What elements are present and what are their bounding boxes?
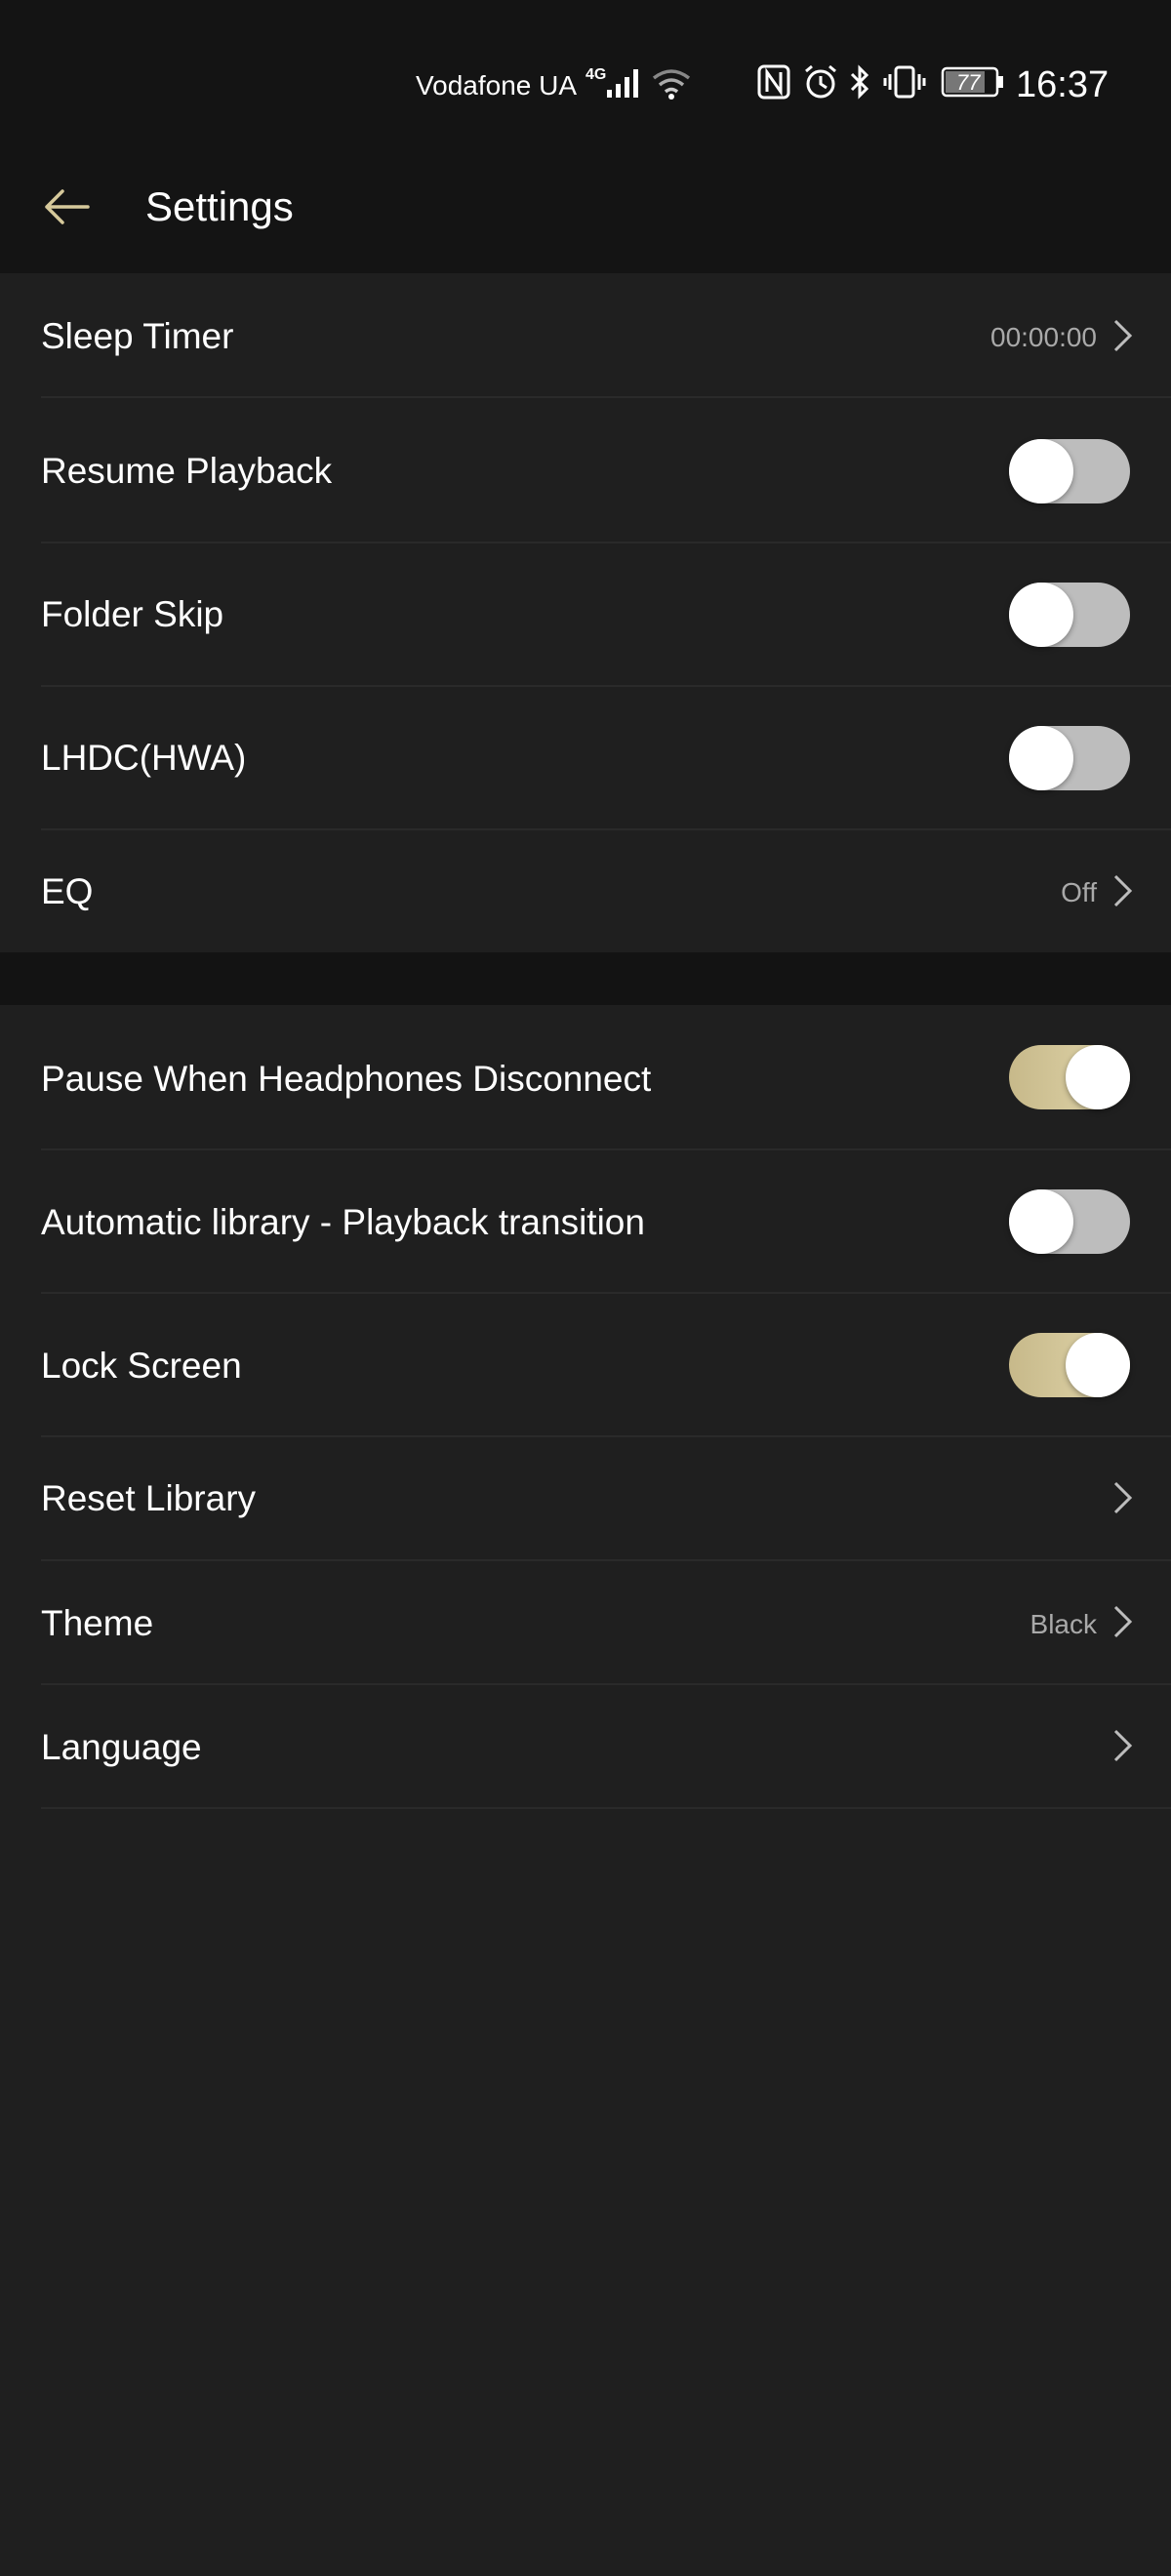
theme-value: Black [1030,1609,1097,1639]
eq-value: Off [1061,877,1097,907]
bluetooth-icon [850,64,869,100]
carrier-name: Vodafone UA [416,70,578,101]
page-title: Settings [145,183,294,229]
auto-library-label: Automatic library - Playback transition [41,1202,645,1242]
clock: 16:37 [1016,64,1110,105]
folder-skip-label: Folder Skip [41,594,224,634]
eq-label: EQ [41,871,94,911]
resume-playback-label: Resume Playback [41,451,333,491]
folder-skip-row[interactable]: Folder Skip [0,543,1171,687]
toggle-knob [1009,439,1073,503]
auto-library-row[interactable]: Automatic library - Playback transition [0,1150,1171,1292]
settings-group-general: Pause When Headphones Disconnect Automat… [0,1005,1171,2576]
language-label: Language [41,1727,202,1767]
toggle-knob [1009,1189,1073,1254]
sleep-timer-row[interactable]: Sleep Timer 00:00:00 [0,273,1171,398]
pause-headphones-row[interactable]: Pause When Headphones Disconnect [0,1005,1171,1148]
lhdc-label: LHDC(HWA) [41,738,247,778]
vibrate-icon [883,65,926,99]
toggle-knob [1009,726,1073,790]
auto-library-toggle[interactable] [1009,1189,1130,1254]
chevron-right-icon [1113,1481,1133,1514]
chevron-right-icon [1113,874,1133,907]
wifi-icon [652,69,691,100]
reset-library-row[interactable]: Reset Library [0,1437,1171,1559]
pause-headphones-label: Pause When Headphones Disconnect [41,1059,652,1099]
lhdc-row[interactable]: LHDC(HWA) [0,687,1171,830]
settings-group-playback: Sleep Timer 00:00:00 Resume Playback Fol… [0,273,1171,952]
resume-playback-row[interactable]: Resume Playback [0,398,1171,542]
toggle-knob [1009,583,1073,647]
reset-library-label: Reset Library [41,1478,257,1518]
signal-icon [607,69,638,98]
sleep-timer-value: 00:00:00 [990,322,1097,352]
toggle-knob [1066,1333,1130,1397]
chevron-right-icon [1113,1605,1133,1638]
toggle-knob [1066,1045,1130,1109]
theme-label: Theme [41,1603,154,1643]
chevron-right-icon [1113,319,1133,352]
lock-screen-toggle[interactable] [1009,1333,1130,1397]
divider [41,1807,1171,1809]
nfc-icon [757,64,790,100]
section-gap [0,952,1171,1005]
language-row[interactable]: Language [0,1685,1171,1807]
theme-row[interactable]: Theme Black [0,1561,1171,1683]
network-type-label: 4G [586,66,607,83]
eq-row[interactable]: EQ Off [0,830,1171,952]
lhdc-toggle[interactable] [1009,726,1130,790]
lock-screen-label: Lock Screen [41,1346,242,1386]
folder-skip-toggle[interactable] [1009,583,1130,647]
resume-playback-toggle[interactable] [1009,439,1130,503]
chevron-right-icon [1113,1729,1133,1762]
lock-screen-row[interactable]: Lock Screen [0,1294,1171,1435]
sleep-timer-label: Sleep Timer [41,316,234,356]
battery-level: 77 [956,70,981,95]
alarm-icon [805,64,836,99]
status-bar: Vodafone UA 4G 77 16:37 [0,0,1171,164]
pause-headphones-toggle[interactable] [1009,1045,1130,1109]
back-arrow-icon[interactable] [39,180,94,234]
